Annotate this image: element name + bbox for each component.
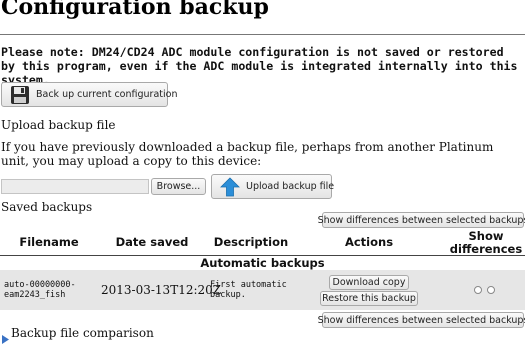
title-divider [0,34,525,35]
floppy-disk-icon [10,85,30,105]
compare-radio-first[interactable] [474,286,482,294]
backup-current-config-button[interactable]: Back up current configuration [1,82,177,107]
restore-backup-button[interactable]: Restore this backup [320,291,418,306]
column-header-date-saved: Date saved [115,235,189,249]
page-title: Configuration backup [1,0,269,20]
file-path-field[interactable] [1,179,149,194]
column-header-show-differences: Show differences [449,229,523,256]
row-description: First automatic backup. [210,280,287,300]
upload-heading: Upload backup file [1,118,116,132]
upload-backup-button[interactable]: Upload backup file [211,174,335,199]
show-differences-button-top[interactable]: Show differences between selected backup… [318,212,525,228]
browse-button[interactable]: Browse... [151,178,206,195]
backup-button-label: Back up current configuration [36,89,178,100]
row-date-saved: 2013-03-13T12:20Z [101,283,222,297]
adc-module-note: Please note: DM24/CD24 ADC module config… [1,45,518,87]
show-differences-button-bottom[interactable]: Show differences between selected backup… [318,312,525,328]
upload-button-label: Upload backup file [246,181,335,192]
arrow-up-icon [220,177,240,197]
upload-description: If you have previously downloaded a back… [1,140,494,168]
group-header-automatic-backups: Automatic backups [200,256,325,270]
backup-comparison-label: Backup file comparison [11,326,154,340]
triangle-right-icon [2,329,9,348]
saved-backups-heading: Saved backups [1,200,93,214]
row-filename: auto-00000000-eam2243_fish [4,280,76,300]
column-header-actions: Actions [344,235,394,249]
compare-radio-second[interactable] [487,286,495,294]
column-header-filename: Filename [19,235,79,249]
download-copy-button[interactable]: Download copy [329,275,409,290]
column-header-description: Description [213,235,289,249]
